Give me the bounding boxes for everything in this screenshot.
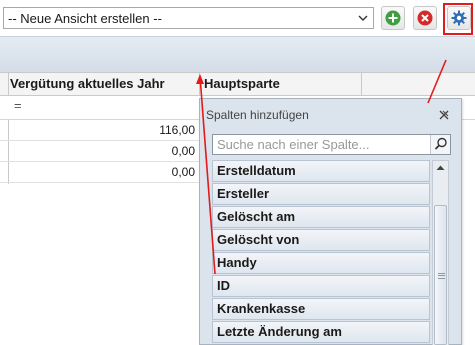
- delete-view-button[interactable]: [413, 6, 437, 30]
- column-header-hauptsparte[interactable]: Hauptsparte: [204, 76, 280, 91]
- column-list: Erstelldatum Ersteller Gelöscht am Gelös…: [212, 160, 430, 345]
- table-row[interactable]: 116,00: [0, 120, 200, 141]
- list-item[interactable]: Letzte Änderung am: [212, 321, 430, 343]
- plus-circle-icon: [385, 10, 401, 26]
- list-item[interactable]: Gelöscht von: [212, 229, 430, 251]
- table-row[interactable]: 0,00: [0, 162, 200, 183]
- scroll-grip-icon: [438, 273, 445, 279]
- list-scrollbar[interactable]: [432, 160, 449, 345]
- panel-title: Spalten hinzufügen: [206, 108, 309, 122]
- list-item[interactable]: ID: [212, 275, 430, 297]
- table-row[interactable]: 0,00: [0, 141, 200, 162]
- x-circle-icon: [417, 10, 433, 26]
- list-item[interactable]: Gelöscht am: [212, 206, 430, 228]
- view-select-value: -- Neue Ansicht erstellen --: [8, 11, 162, 26]
- column-header-verguetung[interactable]: Vergütung aktuelles Jahr: [10, 76, 165, 91]
- close-icon[interactable]: [438, 109, 450, 121]
- list-item[interactable]: Krankenkasse: [212, 298, 430, 320]
- list-item[interactable]: Erstelldatum: [212, 160, 430, 182]
- grid-header: Vergütung aktuelles Jahr Hauptsparte: [0, 72, 475, 96]
- view-select[interactable]: -- Neue Ansicht erstellen --: [3, 7, 374, 29]
- filter-operator[interactable]: =: [14, 98, 22, 113]
- column-chooser-panel: Spalten hinzufügen Suche nach einer Spal…: [199, 98, 462, 345]
- column-search-input[interactable]: Suche nach einer Spalte...: [212, 134, 451, 155]
- group-by-area: [0, 36, 475, 72]
- add-view-button[interactable]: [381, 6, 405, 30]
- search-placeholder: Suche nach einer Spalte...: [217, 137, 370, 152]
- search-button[interactable]: [430, 135, 450, 154]
- chevron-down-icon: [357, 10, 369, 26]
- settings-highlight-frame: [443, 3, 473, 35]
- magnifier-icon: [434, 137, 447, 150]
- list-item[interactable]: Handy: [212, 252, 430, 274]
- column-divider[interactable]: [361, 72, 362, 96]
- toolbar: -- Neue Ansicht erstellen --: [0, 0, 475, 36]
- amount-cell: 0,00: [171, 144, 195, 158]
- scroll-thumb[interactable]: [434, 205, 447, 345]
- scroll-up-arrow-icon[interactable]: [433, 161, 448, 175]
- column-divider[interactable]: [199, 72, 200, 96]
- amount-cell: 0,00: [171, 165, 195, 179]
- list-item[interactable]: Ersteller: [212, 183, 430, 205]
- amount-cell: 116,00: [159, 123, 195, 137]
